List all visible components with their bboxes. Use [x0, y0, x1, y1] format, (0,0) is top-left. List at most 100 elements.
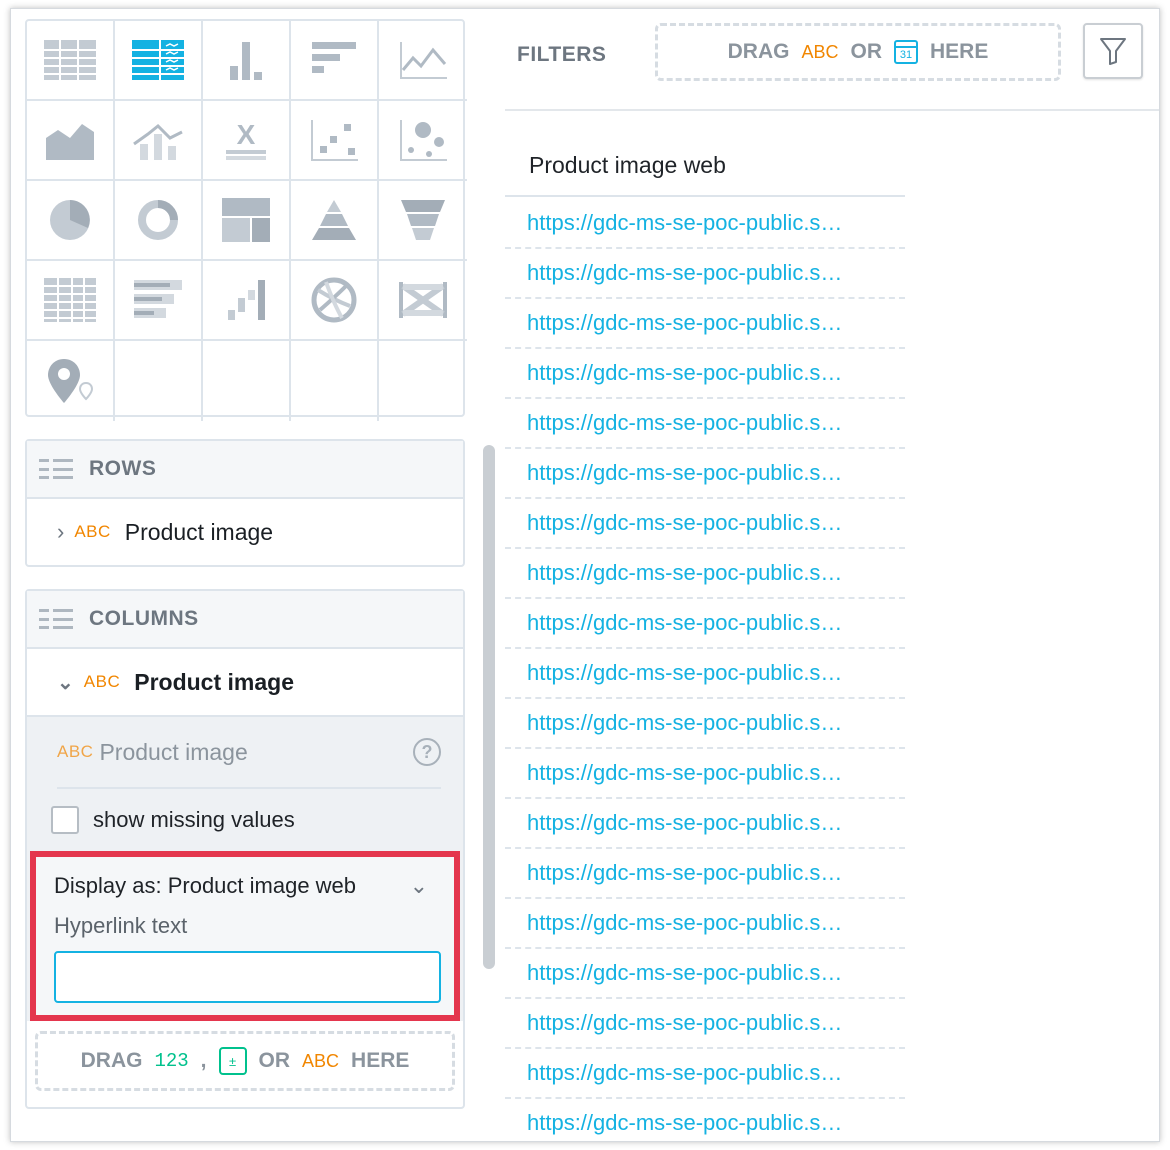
filters-divider — [505, 109, 1159, 111]
bar-chart-icon — [312, 42, 356, 73]
drop-zone-drag-text: DRAG — [80, 1049, 143, 1072]
attribute-type-label: ABC — [57, 742, 94, 761]
table-row[interactable]: https://gdc-ms-se-poc-public.s… — [505, 749, 905, 799]
show-missing-values-label: show missing values — [93, 807, 295, 832]
column-chart-icon — [230, 42, 262, 80]
table-body: https://gdc-ms-se-poc-public.s… https://g… — [505, 199, 905, 1141]
table-row[interactable]: https://gdc-ms-se-poc-public.s… — [505, 1049, 905, 1099]
table-row[interactable]: https://gdc-ms-se-poc-public.s… — [505, 549, 905, 599]
attribute-type-label: ABC — [74, 522, 111, 541]
table-row[interactable]: https://gdc-ms-se-poc-public.s… — [505, 1099, 905, 1141]
vis-pie-chart-button[interactable] — [27, 181, 115, 261]
table-row[interactable]: https://gdc-ms-se-poc-public.s… — [505, 499, 905, 549]
sankey-chart-icon — [399, 282, 447, 318]
vis-scatter-plot-button[interactable] — [291, 101, 379, 181]
filters-label: FILTERS — [517, 43, 607, 66]
vis-empty-cell — [115, 341, 203, 421]
attribute-label: Product image — [99, 738, 248, 765]
drop-zone-comma: , — [200, 1049, 207, 1072]
geo-pushpin-icon — [48, 359, 94, 403]
attribute-display-form-row: ABC Product image ? — [57, 717, 441, 789]
table-row[interactable]: https://gdc-ms-se-poc-public.s… — [505, 249, 905, 299]
vis-bar-chart-button[interactable] — [291, 21, 379, 101]
waterfall-chart-icon — [228, 280, 265, 320]
visualization-type-picker: X — [25, 19, 467, 421]
vis-empty-cell — [203, 341, 291, 421]
table-row[interactable]: https://gdc-ms-se-poc-public.s… — [505, 299, 905, 349]
pivot-table-icon — [132, 40, 184, 80]
table-row[interactable]: https://gdc-ms-se-poc-public.s… — [505, 999, 905, 1049]
help-icon[interactable]: ? — [413, 738, 441, 766]
vis-funnel-chart-button[interactable] — [379, 181, 467, 261]
table-row[interactable]: https://gdc-ms-se-poc-public.s… — [505, 599, 905, 649]
rows-bucket-header: ROWS — [27, 441, 463, 499]
vis-combo-chart-button[interactable] — [115, 101, 203, 181]
vis-empty-cell — [291, 341, 379, 421]
table-column-header[interactable]: Product image web — [505, 135, 905, 197]
filter-config-button[interactable] — [1083, 23, 1143, 79]
vis-line-chart-button[interactable] — [379, 21, 467, 101]
panel-scrollbar[interactable] — [481, 445, 497, 1141]
hyperlink-text-input[interactable] — [54, 951, 441, 1003]
calendar-icon: 31 — [894, 40, 918, 64]
vis-donut-chart-button[interactable] — [115, 181, 203, 261]
table-row[interactable]: https://gdc-ms-se-poc-public.s… — [505, 399, 905, 449]
vis-table-button[interactable] — [27, 21, 115, 101]
vis-bullet-chart-button[interactable] — [115, 261, 203, 341]
table-row[interactable]: https://gdc-ms-se-poc-public.s… — [505, 899, 905, 949]
pyramid-chart-icon — [312, 200, 356, 240]
vis-area-chart-button[interactable] — [27, 101, 115, 181]
show-missing-values-checkbox[interactable] — [51, 806, 79, 834]
chevron-right-icon[interactable]: › — [57, 519, 64, 545]
vis-pivot-table-button[interactable] — [115, 21, 203, 101]
donut-chart-icon — [138, 200, 178, 240]
columns-list-icon — [39, 609, 73, 629]
vis-waterfall-chart-button[interactable] — [203, 261, 291, 341]
table-row[interactable]: https://gdc-ms-se-poc-public.s… — [505, 799, 905, 849]
display-as-highlight-box: Display as: Product image web ⌄ Hyperlin… — [30, 851, 460, 1021]
funnel-chart-icon — [401, 200, 445, 240]
vis-pyramid-chart-button[interactable] — [291, 181, 379, 261]
rows-bucket-item[interactable]: › ABC Product image — [27, 499, 463, 565]
attribute-type-label: ABC — [302, 1050, 340, 1071]
filters-drop-zone[interactable]: DRAG ABC OR 31 HERE — [655, 23, 1061, 81]
attribute-type-label: ABC — [83, 672, 121, 691]
table-row[interactable]: https://gdc-ms-se-poc-public.s… — [505, 349, 905, 399]
vis-dependency-wheel-button[interactable] — [291, 261, 379, 341]
heatmap-icon — [44, 278, 96, 322]
table-row[interactable]: https://gdc-ms-se-poc-public.s… — [505, 199, 905, 249]
vis-treemap-button[interactable] — [203, 181, 291, 261]
display-as-dropdown[interactable]: Display as: Product image web ⌄ — [54, 873, 436, 899]
bubble-chart-icon — [400, 120, 447, 161]
columns-drop-zone[interactable]: DRAG 123 , ± OR ABC HERE — [35, 1031, 455, 1091]
drop-zone-or-text: OR — [258, 1049, 291, 1072]
table-row[interactable]: https://gdc-ms-se-poc-public.s… — [505, 649, 905, 699]
vis-heatmap-button[interactable] — [27, 261, 115, 341]
vis-bubble-chart-button[interactable] — [379, 101, 467, 181]
table-row[interactable]: https://gdc-ms-se-poc-public.s… — [505, 449, 905, 499]
rows-item-label: Product image — [124, 518, 274, 545]
area-chart-icon — [46, 124, 94, 160]
vis-empty-cell — [379, 341, 467, 421]
display-as-label: Display as: Product image web — [54, 873, 357, 898]
scatter-plot-icon — [311, 120, 358, 161]
filters-drag-text: DRAG — [727, 40, 790, 63]
vis-sankey-chart-button[interactable] — [379, 261, 467, 341]
columns-bucket-item[interactable]: ⌄ ABC Product image — [27, 649, 463, 715]
table-row[interactable]: https://gdc-ms-se-poc-public.s… — [505, 699, 905, 749]
hyperlink-text-label: Hyperlink text — [54, 913, 188, 938]
attribute-type-label: ABC — [801, 41, 839, 62]
vis-headline-button[interactable]: X — [203, 101, 291, 181]
chevron-down-icon[interactable]: ⌄ — [410, 873, 428, 899]
bullet-chart-icon — [134, 280, 182, 318]
vis-column-chart-button[interactable] — [203, 21, 291, 101]
table-row[interactable]: https://gdc-ms-se-poc-public.s… — [505, 949, 905, 999]
table-row[interactable]: https://gdc-ms-se-poc-public.s… — [505, 849, 905, 899]
vis-geo-pushpin-button[interactable] — [27, 341, 115, 421]
dependency-wheel-icon — [311, 277, 357, 323]
table-icon — [44, 40, 96, 80]
chevron-down-icon[interactable]: ⌄ — [57, 670, 74, 695]
scrollbar-thumb[interactable] — [483, 445, 495, 969]
columns-bucket-title: COLUMNS — [89, 607, 199, 630]
show-missing-values-row[interactable]: show missing values — [27, 789, 463, 851]
